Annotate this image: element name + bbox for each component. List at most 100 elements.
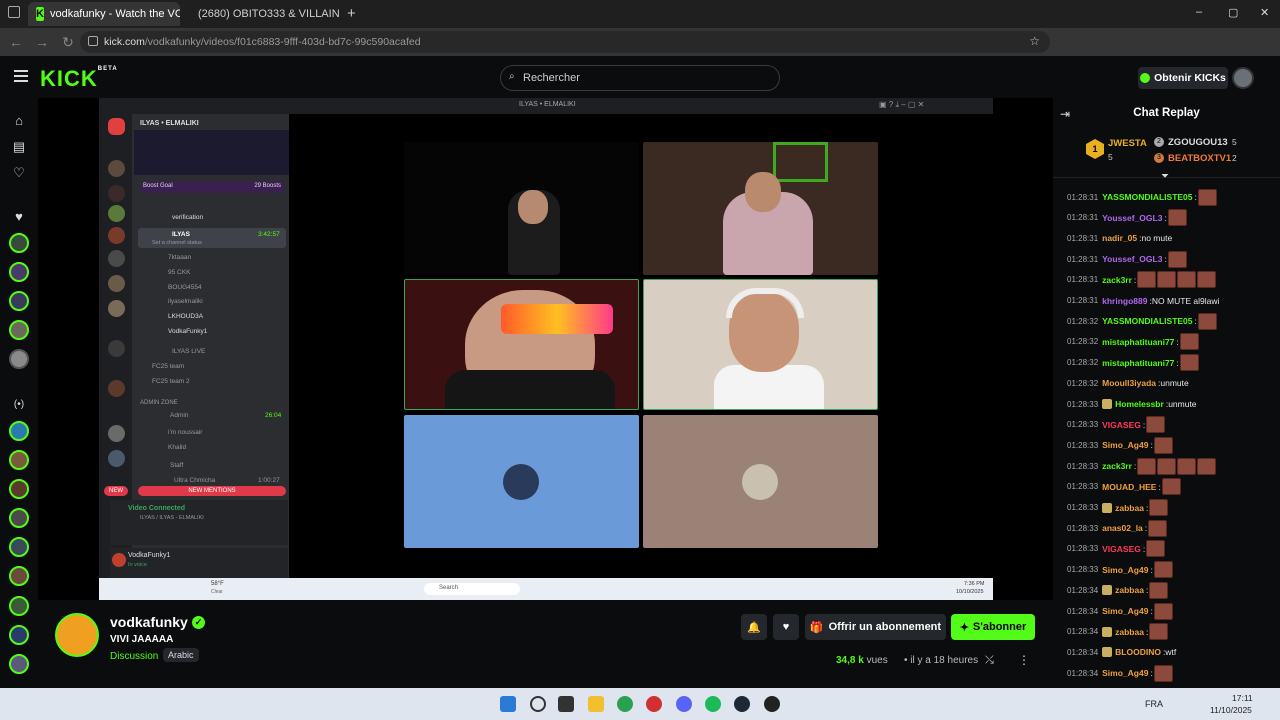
home-icon[interactable]: ⌂ bbox=[8, 109, 30, 131]
chat-title: Chat Replay bbox=[1133, 107, 1200, 119]
chat-username[interactable]: nadir_05 bbox=[1102, 233, 1137, 243]
tab-list-icon[interactable] bbox=[8, 6, 20, 18]
chat-username[interactable]: Simo_Ag49 bbox=[1102, 440, 1148, 450]
chat-username[interactable]: zabbaa bbox=[1115, 627, 1144, 637]
recommended-channel-avatar[interactable] bbox=[9, 625, 29, 645]
hamburger-menu-icon[interactable] bbox=[14, 70, 28, 82]
leader-name[interactable]: JWESTA bbox=[1108, 138, 1147, 149]
url-field[interactable]: kick.com/vodkafunky/videos/f01c6883-9fff… bbox=[80, 31, 1050, 53]
recommended-channel-avatar[interactable] bbox=[9, 479, 29, 499]
followed-channel-avatar[interactable] bbox=[9, 349, 29, 369]
get-kicks-button[interactable]: Obtenir KICKs bbox=[1138, 67, 1228, 89]
followed-channel-avatar[interactable] bbox=[9, 291, 29, 311]
tab-youtube[interactable]: (2680) OBITO333 & VILLAIN fe ✕ bbox=[184, 2, 342, 26]
chat-username[interactable]: zabbaa bbox=[1115, 503, 1144, 513]
message-timestamp: 01:28:33 bbox=[1067, 461, 1099, 471]
recommended-channel-avatar[interactable] bbox=[9, 566, 29, 586]
chat-username[interactable]: mistaphatituani77 bbox=[1102, 337, 1174, 347]
maximize-button[interactable]: ▢ bbox=[1228, 6, 1238, 19]
search-icon[interactable] bbox=[530, 696, 546, 712]
chat-username[interactable]: VIGASEG bbox=[1102, 544, 1141, 554]
chat-username[interactable]: Youssef_OGL3 bbox=[1102, 213, 1162, 223]
emote-icon bbox=[1146, 416, 1166, 434]
browse-icon[interactable]: ▤ bbox=[8, 136, 30, 158]
chat-username[interactable]: zack3rr bbox=[1102, 461, 1132, 471]
chat-message: 01:28:33 Simo_Ag49: bbox=[1067, 560, 1277, 580]
rank-badge: 2 bbox=[1154, 137, 1164, 147]
category-link[interactable]: Discussion bbox=[110, 651, 158, 662]
chat-username[interactable]: VIGASEG bbox=[1102, 420, 1141, 430]
separator: : bbox=[1144, 523, 1148, 534]
chat-username[interactable]: Simo_Ag49 bbox=[1102, 606, 1148, 616]
chat-username[interactable]: Simo_Ag49 bbox=[1102, 668, 1148, 678]
spotify-icon[interactable] bbox=[705, 696, 721, 712]
channel-name[interactable]: vodkafunky bbox=[110, 614, 188, 630]
subscribe-button[interactable]: ✦ S'abonner bbox=[951, 614, 1035, 640]
minimize-button[interactable]: – bbox=[1196, 6, 1202, 18]
chat-username[interactable]: BLOODINO bbox=[1115, 647, 1161, 657]
more-options-icon[interactable]: ⋮ bbox=[1018, 653, 1030, 667]
chat-username[interactable]: zack3rr bbox=[1102, 275, 1132, 285]
forward-icon[interactable]: → bbox=[32, 34, 52, 50]
followed-channel-avatar[interactable] bbox=[9, 320, 29, 340]
chrome-icon[interactable] bbox=[617, 696, 633, 712]
notification-bell-button[interactable]: 🔔 bbox=[741, 614, 767, 640]
expand-leaderboard-icon[interactable]: ⏷ bbox=[1161, 171, 1169, 182]
tab-kick[interactable]: K vodkafunky - Watch the VO 🔊 ✕ bbox=[28, 2, 180, 26]
bookmark-star-icon[interactable]: ☆ bbox=[1029, 34, 1040, 48]
steam-icon[interactable] bbox=[734, 696, 750, 712]
clock-date[interactable]: 11/10/2025 bbox=[1210, 705, 1252, 715]
recommended-channel-avatar[interactable] bbox=[9, 596, 29, 616]
follow-heart-button[interactable]: ♥ bbox=[773, 614, 799, 640]
leader-count: 5 bbox=[1108, 152, 1113, 162]
language-tag[interactable]: Arabic bbox=[163, 648, 199, 662]
chat-username[interactable]: Homelessbr bbox=[1115, 399, 1164, 409]
input-language[interactable]: FRA bbox=[1145, 699, 1163, 709]
chat-username[interactable]: MOUAD_HEE bbox=[1102, 482, 1156, 492]
search-input[interactable]: ⌕ Rechercher bbox=[500, 65, 780, 91]
back-icon[interactable]: ← bbox=[6, 34, 26, 50]
leader-name[interactable]: ZGOUGOU13 bbox=[1168, 137, 1228, 148]
chat-username[interactable]: YASSMONDIALISTE05 bbox=[1102, 192, 1192, 202]
chat-username[interactable]: Youssef_OGL3 bbox=[1102, 254, 1162, 264]
chat-username[interactable]: zabbaa bbox=[1115, 585, 1144, 595]
following-heart-icon[interactable]: ♡ bbox=[8, 162, 30, 184]
recommended-channel-avatar[interactable] bbox=[9, 508, 29, 528]
channel-avatar[interactable] bbox=[55, 613, 99, 657]
clock-time[interactable]: 17:11 bbox=[1232, 693, 1253, 703]
gift-subscription-button[interactable]: 🎁 Offrir un abonnement bbox=[805, 614, 946, 640]
followed-channel-avatar[interactable] bbox=[9, 233, 29, 253]
site-info-icon[interactable] bbox=[88, 36, 98, 46]
chat-message: 01:28:31 Youssef_OGL3: bbox=[1067, 249, 1277, 269]
app-icon[interactable] bbox=[646, 696, 662, 712]
reload-icon[interactable]: ↻ bbox=[58, 34, 78, 51]
chat-username[interactable]: Simo_Ag49 bbox=[1102, 565, 1148, 575]
emote-icon bbox=[1197, 271, 1217, 289]
chat-message: 01:28:31 khringo889: NO MUTE al9lawi bbox=[1067, 291, 1277, 311]
recommended-channel-avatar[interactable] bbox=[9, 450, 29, 470]
leader-name[interactable]: BEATBOXTV1 bbox=[1168, 153, 1231, 164]
chat-username[interactable]: YASSMONDIALISTE05 bbox=[1102, 316, 1192, 326]
obs-icon[interactable] bbox=[764, 696, 780, 712]
recommended-channel-avatar[interactable] bbox=[9, 537, 29, 557]
discord-icon[interactable] bbox=[676, 696, 692, 712]
share-icon[interactable]: ⤯ bbox=[985, 654, 994, 667]
chat-username[interactable]: mistaphatituani77 bbox=[1102, 358, 1174, 368]
followed-heart-icon[interactable]: ♥ bbox=[8, 205, 30, 227]
recommended-channel-avatar[interactable] bbox=[9, 421, 29, 441]
new-tab-button[interactable]: + bbox=[347, 5, 356, 22]
live-broadcast-icon[interactable]: (•) bbox=[8, 393, 30, 415]
file-explorer-icon[interactable] bbox=[588, 696, 604, 712]
recommended-channel-avatar[interactable] bbox=[9, 654, 29, 674]
start-icon[interactable] bbox=[500, 696, 516, 712]
video-tile-off bbox=[404, 415, 639, 548]
task-view-icon[interactable] bbox=[558, 696, 574, 712]
chat-username[interactable]: anas02_la bbox=[1102, 523, 1143, 533]
chat-username[interactable]: khringo889 bbox=[1102, 296, 1147, 306]
kick-logo[interactable]: KICKBETA bbox=[40, 66, 118, 92]
separator: : bbox=[1164, 212, 1167, 223]
close-window-button[interactable]: ✕ bbox=[1260, 6, 1269, 19]
followed-channel-avatar[interactable] bbox=[9, 262, 29, 282]
user-avatar[interactable] bbox=[1232, 67, 1254, 89]
chat-username[interactable]: Mooull3iyada bbox=[1102, 378, 1156, 388]
